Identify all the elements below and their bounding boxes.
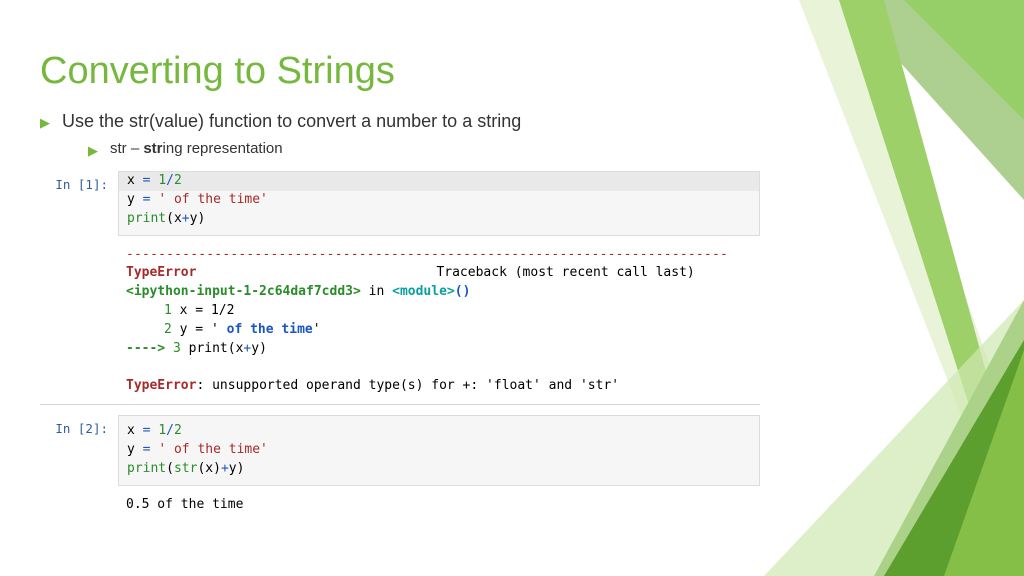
code-cell-1: In [1]: x = 1/2 y = ' of the time' print…: [40, 171, 760, 236]
code-cell-2: In [2]: x = 1/2 y = ' of the time' print…: [40, 415, 760, 486]
input-prompt-1: In [1]:: [40, 171, 118, 236]
output-cell-2: 0.5 of the time: [40, 490, 760, 517]
triangle-icon: ▶: [40, 115, 50, 131]
notebook-area: In [1]: x = 1/2 y = ' of the time' print…: [40, 171, 760, 517]
cell-separator: [40, 404, 760, 405]
slide-title: Converting to Strings: [40, 50, 984, 93]
traceback-1: ----------------------------------------…: [118, 240, 760, 399]
bullet-main: ▶ Use the str(value) function to convert…: [40, 111, 984, 132]
bullet-sub: ▶ str – string representation: [88, 140, 984, 157]
triangle-icon: ▶: [88, 143, 98, 159]
input-prompt-2: In [2]:: [40, 415, 118, 486]
bullet-main-text: Use the str(value) function to convert a…: [62, 111, 521, 132]
code-box-2: x = 1/2 y = ' of the time' print(str(x)+…: [118, 415, 760, 486]
bullet-sub-text: str – string representation: [110, 140, 283, 157]
code-box-1: x = 1/2 y = ' of the time' print(x+y): [118, 171, 760, 236]
output-cell-1: ----------------------------------------…: [40, 240, 760, 399]
stdout-2: 0.5 of the time: [118, 490, 760, 517]
